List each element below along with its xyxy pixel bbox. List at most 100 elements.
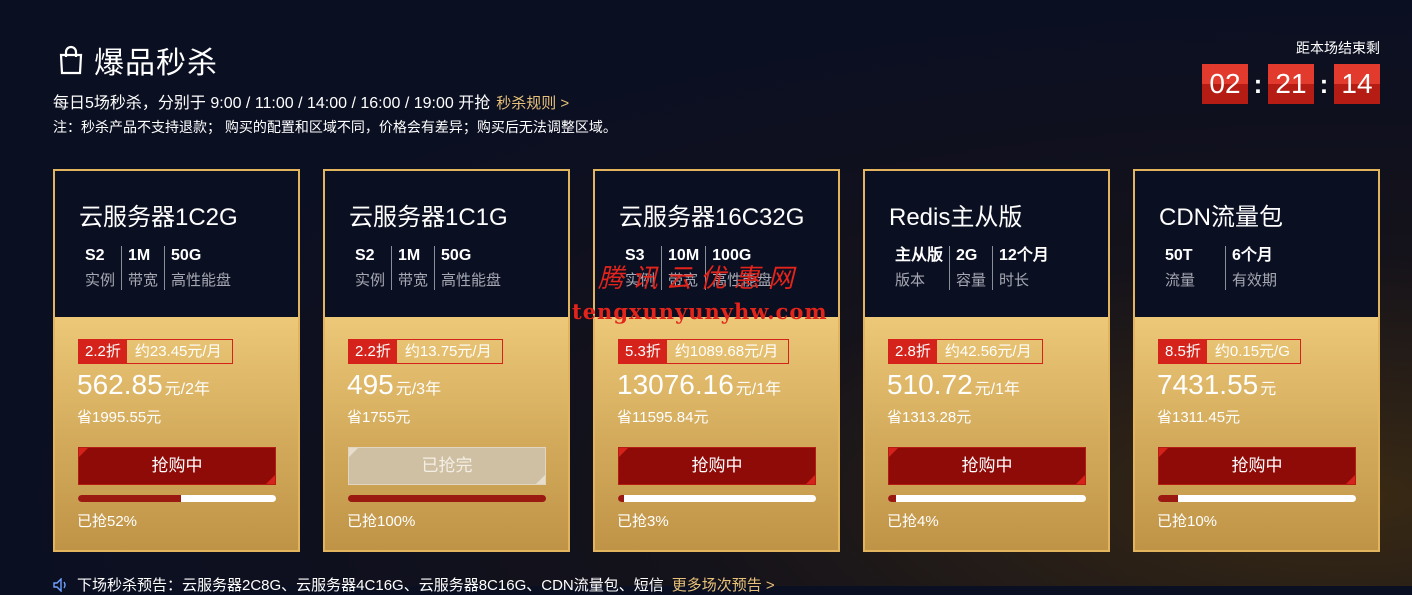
spec-label: 实例 xyxy=(355,272,386,289)
buy-button[interactable]: 抢购中 xyxy=(618,447,816,485)
spec-label: 容量 xyxy=(956,272,987,289)
sold-percent: 已抢52% xyxy=(77,513,138,530)
flash-sale-schedule: 每日5场秒杀，分别于 9:00 / 11:00 / 14:00 / 16:00 … xyxy=(53,89,569,113)
price: 562.85 元/2年 xyxy=(77,369,210,401)
product-name: 云服务器1C2G xyxy=(79,204,238,231)
spec-value: 10M xyxy=(668,247,700,264)
spec-value: 主从版 xyxy=(895,247,944,264)
sold-percent: 已抢100% xyxy=(347,513,416,530)
product-card[interactable]: CDN流量包 50T 流量 6个月有效期 8.5折 约0.15元/G 7431.55… xyxy=(1133,169,1380,552)
discount-rate: 2.8折 xyxy=(889,340,937,363)
spec-label: 实例 xyxy=(625,272,656,289)
spec-value: 50G xyxy=(441,247,472,264)
spec-label: 带宽 xyxy=(398,272,429,289)
price-unit: 元/2年 xyxy=(164,381,210,398)
price: 7431.55 元 xyxy=(1157,369,1276,401)
price-value: 7431.55 xyxy=(1157,369,1259,400)
price-unit: 元/1年 xyxy=(735,381,782,398)
product-name: 云服务器1C1G xyxy=(349,204,508,231)
countdown-label: 距本场结束剩 xyxy=(1296,40,1380,56)
spec-label: 高性能盘 xyxy=(441,272,502,289)
sold-progress-fill xyxy=(348,495,546,502)
spec-label: 有效期 xyxy=(1232,272,1278,289)
savings: 省1755元 xyxy=(347,409,411,426)
sale-note: 注：秒杀产品不支持退款； 购买的配置和区域不同，价格会有差异；购买后无法调整区域… xyxy=(53,119,617,135)
sold-out-button[interactable]: 已抢完 xyxy=(348,447,546,485)
more-sessions-link[interactable]: 更多场次预告 > xyxy=(672,574,775,595)
price-value: 495 xyxy=(347,369,394,400)
savings: 省1995.55元 xyxy=(77,409,162,426)
spec-value: 2G xyxy=(956,247,978,264)
buy-button[interactable]: 抢购中 xyxy=(888,447,1086,485)
sold-percent: 已抢4% xyxy=(887,513,939,530)
page-title: 爆品秒杀 xyxy=(94,47,218,80)
spec-value: S2 xyxy=(355,247,375,264)
sold-progress-bar xyxy=(348,495,546,502)
spec-label: 流量 xyxy=(1165,272,1196,289)
sold-progress-fill xyxy=(618,495,624,502)
discount-rate: 2.2折 xyxy=(349,340,397,363)
price: 510.72 元/1年 xyxy=(887,369,1020,401)
price-unit: 元/1年 xyxy=(974,381,1020,398)
savings: 省11595.84元 xyxy=(617,409,709,426)
speaker-icon xyxy=(53,577,66,592)
product-name: Redis主从版 xyxy=(889,204,1023,231)
spec-label: 带宽 xyxy=(668,272,699,289)
section-title: 爆品秒杀 xyxy=(58,38,218,82)
spec-value: 50G xyxy=(171,247,202,264)
product-name: CDN流量包 xyxy=(1159,204,1283,231)
buy-button[interactable]: 抢购中 xyxy=(78,447,276,485)
spec-label: 带宽 xyxy=(128,272,159,289)
buy-button[interactable]: 抢购中 xyxy=(1158,447,1356,485)
ticker-text: 下场秒杀预告：云服务器2C8G、云服务器4C16G、云服务器8C16G、CDN流… xyxy=(77,577,664,594)
next-sale-ticker: 下场秒杀预告：云服务器2C8G、云服务器4C16G、云服务器8C16G、CDN流… xyxy=(53,574,775,595)
sold-progress-bar xyxy=(888,495,1086,502)
spec-value: S3 xyxy=(625,247,645,264)
countdown-hours: 02 xyxy=(1202,64,1248,104)
sold-progress-fill xyxy=(78,495,181,502)
discount-rate: 2.2折 xyxy=(79,340,127,363)
sold-percent: 已抢10% xyxy=(1157,513,1218,530)
rules-link[interactable]: 秒杀规则 > xyxy=(496,95,569,112)
spec-value: 12个月 xyxy=(999,247,1049,264)
discount-rate: 8.5折 xyxy=(1159,340,1207,363)
schedule-text: 每日5场秒杀，分别于 9:00 / 11:00 / 14:00 / 16:00 … xyxy=(53,95,491,112)
monthly-price: 约42.56元/月 xyxy=(944,343,1032,360)
monthly-price: 约0.15元/G xyxy=(1214,343,1290,360)
spec-label: 版本 xyxy=(895,272,926,289)
countdown-separator: : xyxy=(1319,68,1329,99)
product-specs: 50T 流量 6个月有效期 xyxy=(1159,246,1283,290)
monthly-price: 约13.75元/月 xyxy=(404,343,492,360)
spec-label: 高性能盘 xyxy=(171,272,232,289)
product-card[interactable]: 云服务器1C1G S2 实例 1M 带宽 50G 高性能盘 2.2折 约13.75元/月… xyxy=(323,169,570,552)
spec-label: 高性能盘 xyxy=(712,272,773,289)
sold-progress-bar xyxy=(618,495,816,502)
discount-tag: 8.5折 约0.15元/G xyxy=(1158,339,1301,364)
product-card[interactable]: 云服务器16C32G S3 实例 10M 带宽 100G 高性能盘 5.3折 约1089… xyxy=(593,169,840,552)
discount-tag: 2.2折 约13.75元/月 xyxy=(348,339,503,364)
spec-label: 实例 xyxy=(85,272,116,289)
product-card[interactable]: 云服务器1C2G S2 实例 1M 带宽 50G 高性能盘 2.2折 约23.45元/月… xyxy=(53,169,300,552)
countdown-minutes: 21 xyxy=(1268,64,1314,104)
discount-rate: 5.3折 xyxy=(619,340,667,363)
countdown-separator: : xyxy=(1253,68,1263,99)
product-specs: S2 实例 1M 带宽 50G 高性能盘 xyxy=(79,246,237,290)
product-card[interactable]: Redis主从版 主从版版本 2G 容量 12个月时长 2.8折 约42.56元/月… xyxy=(863,169,1110,552)
spec-value: 50T xyxy=(1165,247,1193,264)
spec-value: 6个月 xyxy=(1232,247,1273,264)
price-unit: 元 xyxy=(1260,381,1277,398)
product-specs: S3 实例 10M 带宽 100G 高性能盘 xyxy=(619,246,778,290)
sold-percent: 已抢3% xyxy=(617,513,669,530)
sold-progress-bar xyxy=(1158,495,1356,502)
product-name: 云服务器16C32G xyxy=(619,204,805,231)
discount-tag: 5.3折 约1089.68元/月 xyxy=(618,339,790,364)
price: 13076.16 元/1年 xyxy=(617,369,781,401)
monthly-price: 约1089.68元/月 xyxy=(674,343,779,360)
spec-value: 1M xyxy=(398,247,421,264)
sold-progress-fill xyxy=(1158,495,1178,502)
savings: 省1311.45元 xyxy=(1157,409,1241,426)
sold-progress-bar xyxy=(78,495,276,502)
spec-value: 100G xyxy=(712,247,752,264)
spec-label: 时长 xyxy=(999,272,1030,289)
product-specs: S2 实例 1M 带宽 50G 高性能盘 xyxy=(349,246,507,290)
